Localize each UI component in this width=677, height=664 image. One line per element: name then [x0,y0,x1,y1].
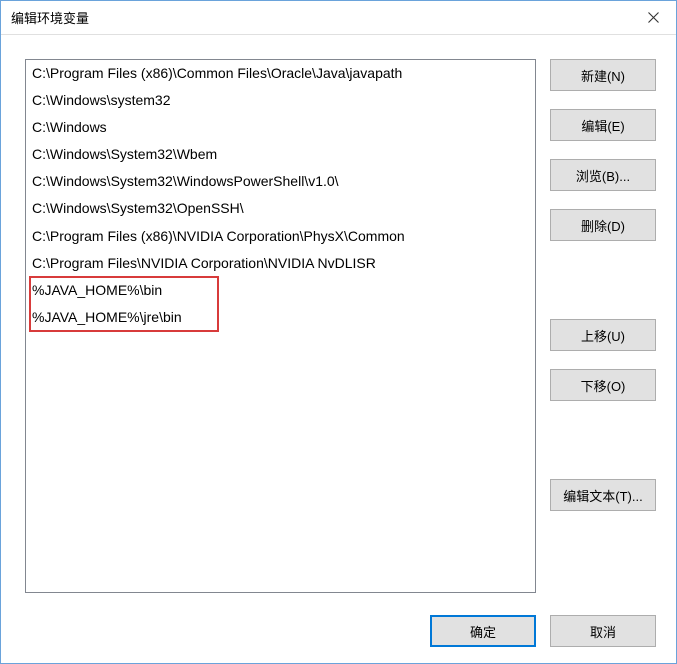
list-item[interactable]: C:\Windows\System32\Wbem [26,141,535,168]
list-item[interactable]: C:\Windows\System32\WindowsPowerShell\v1… [26,168,535,195]
list-item[interactable]: C:\Windows\System32\OpenSSH\ [26,195,535,222]
content-area: C:\Program Files (x86)\Common Files\Orac… [1,35,676,605]
list-item[interactable]: C:\Windows [26,114,535,141]
delete-button[interactable]: 删除(D) [550,209,656,241]
button-group-text: 编辑文本(T)... [550,479,656,511]
moveup-button[interactable]: 上移(U) [550,319,656,351]
window-title: 编辑环境变量 [11,8,89,27]
new-button[interactable]: 新建(N) [550,59,656,91]
titlebar: 编辑环境变量 [1,1,676,35]
spacer [550,259,656,301]
cancel-button[interactable]: 取消 [550,615,656,647]
ok-button[interactable]: 确定 [430,615,536,647]
side-buttons: 新建(N) 编辑(E) 浏览(B)... 删除(D) 上移(U) 下移(O) 编… [550,59,656,593]
spacer [550,419,656,461]
list-item[interactable]: C:\Windows\system32 [26,87,535,114]
list-item[interactable]: C:\Program Files (x86)\NVIDIA Corporatio… [26,223,535,250]
movedown-button[interactable]: 下移(O) [550,369,656,401]
list-item[interactable]: %JAVA_HOME%\jre\bin [26,304,535,331]
browse-button[interactable]: 浏览(B)... [550,159,656,191]
edit-button[interactable]: 编辑(E) [550,109,656,141]
path-listbox[interactable]: C:\Program Files (x86)\Common Files\Orac… [25,59,536,593]
edittext-button[interactable]: 编辑文本(T)... [550,479,656,511]
dialog-window: 编辑环境变量 C:\Program Files (x86)\Common Fil… [0,0,677,664]
button-group-top: 新建(N) 编辑(E) 浏览(B)... 删除(D) [550,59,656,241]
list-item[interactable]: C:\Program Files (x86)\Common Files\Orac… [26,60,535,87]
footer: 确定 取消 [1,605,676,663]
button-group-move: 上移(U) 下移(O) [550,319,656,401]
list-item[interactable]: C:\Program Files\NVIDIA Corporation\NVID… [26,250,535,277]
list-item[interactable]: %JAVA_HOME%\bin [26,277,535,304]
close-icon[interactable] [630,1,676,34]
